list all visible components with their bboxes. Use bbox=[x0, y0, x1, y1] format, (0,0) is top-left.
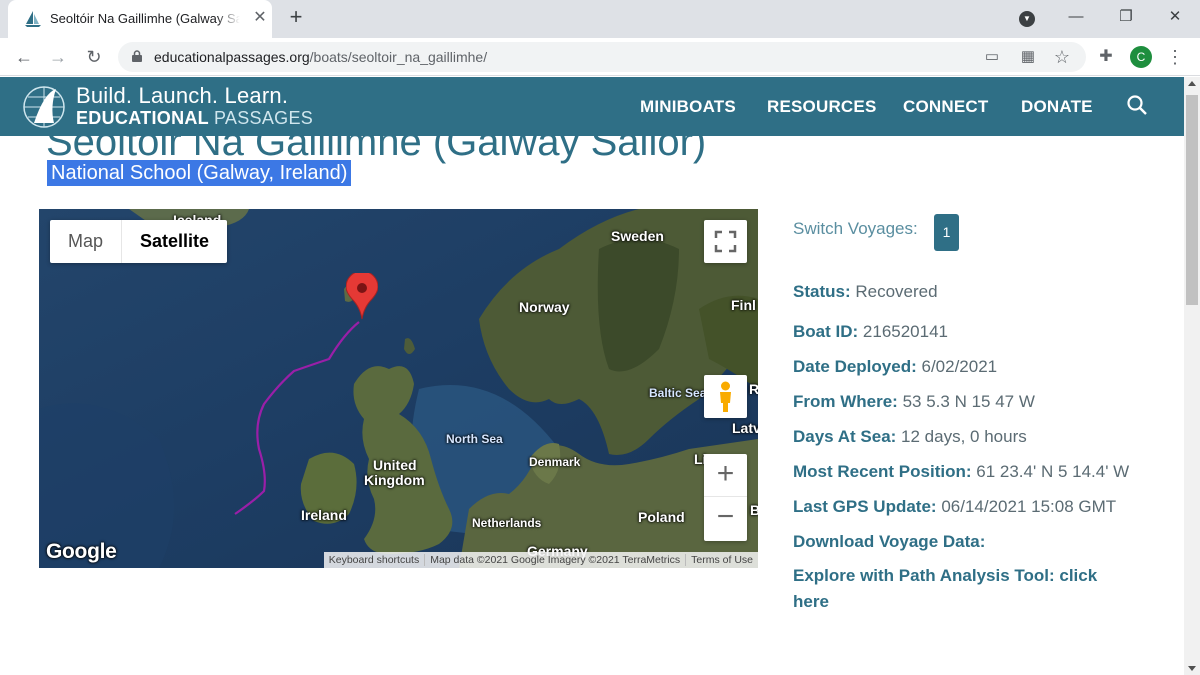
voyage-map[interactable]: Iceland Sweden Norway Finl Baltic Sea Ro… bbox=[39, 209, 758, 568]
download-voyage-data-link[interactable]: Download Voyage Data: bbox=[793, 532, 985, 552]
explore-path-analysis-link[interactable]: Explore with Path Analysis Tool: click h… bbox=[793, 563, 1123, 615]
extensions-icon[interactable]: ✚ bbox=[1096, 47, 1116, 67]
status-key: Status: bbox=[793, 282, 851, 301]
page-scrollbar[interactable] bbox=[1184, 77, 1200, 675]
from-where-row: From Where: 53 5.3 N 15 47 W bbox=[793, 392, 1035, 412]
site-header: Build. Launch. Learn. EDUCATIONAL PASSAG… bbox=[0, 77, 1184, 136]
zoom-in-button[interactable]: + bbox=[704, 454, 747, 497]
minimize-icon[interactable]: — bbox=[1064, 6, 1088, 30]
map-label-norway: Norway bbox=[519, 299, 570, 315]
reload-icon[interactable]: ↻ bbox=[82, 45, 106, 69]
gps-update-row: Last GPS Update: 06/14/2021 15:08 GMT bbox=[793, 497, 1116, 517]
terms-of-use-link[interactable]: Terms of Use bbox=[685, 554, 758, 566]
address-bar[interactable]: educationalpassages.org/boats/seoltoir_n… bbox=[118, 42, 1086, 72]
map-label-latvia: Latv bbox=[732, 420, 758, 436]
status-row: Status: Recovered bbox=[793, 282, 938, 302]
map-label-sweden: Sweden bbox=[611, 228, 664, 244]
page-content: Seoltóir Na Gaillimhe (Galway Sailor) Bu… bbox=[0, 77, 1184, 675]
map-type-map-button[interactable]: Map bbox=[50, 220, 123, 263]
google-logo[interactable]: Google bbox=[46, 540, 117, 564]
logo-tagline: Build. Launch. Learn. bbox=[76, 83, 289, 108]
url-text: educationalpassages.org/boats/seoltoir_n… bbox=[154, 49, 487, 65]
days-at-sea-value: 12 days, 0 hours bbox=[901, 427, 1027, 446]
boat-id-value: 216520141 bbox=[862, 322, 948, 341]
nav-donate[interactable]: DONATE bbox=[1021, 97, 1093, 117]
status-value: Recovered bbox=[855, 282, 938, 301]
forward-icon[interactable]: → bbox=[46, 45, 70, 69]
map-label-baltic: Baltic Sea bbox=[649, 386, 707, 400]
logo-name: EDUCATIONAL PASSAGES bbox=[76, 108, 313, 129]
browser-toolbar: ← → ↻ educationalpassages.org/boats/seol… bbox=[0, 38, 1200, 76]
sailboat-favicon-icon bbox=[25, 11, 41, 27]
map-label-netherlands: Netherlands bbox=[472, 516, 542, 530]
nav-resources[interactable]: RESOURCES bbox=[767, 97, 877, 117]
lock-icon bbox=[132, 50, 142, 62]
keyboard-shortcuts-link[interactable]: Keyboard shortcuts bbox=[324, 554, 424, 566]
zoom-out-button[interactable]: − bbox=[704, 497, 747, 540]
map-label-finland: Finl bbox=[731, 297, 756, 313]
from-where-key: From Where: bbox=[793, 392, 898, 411]
switch-voyages-label: Switch Voyages: bbox=[793, 219, 918, 238]
tab-search-icon[interactable]: ▼ bbox=[1015, 6, 1039, 30]
logo-name-bold: EDUCATIONAL bbox=[76, 108, 209, 128]
maximize-icon[interactable]: ❐ bbox=[1114, 6, 1138, 30]
map-type-control: Map Satellite bbox=[50, 220, 228, 263]
url-path: /boats/seoltoir_na_gaillimhe/ bbox=[309, 49, 488, 65]
recent-position-value: 61 23.4' N 5 14.4' W bbox=[976, 462, 1130, 481]
cast-icon[interactable]: ▭ bbox=[982, 47, 1002, 67]
map-label-belarus: B bbox=[750, 502, 758, 518]
voyage-1-button[interactable]: 1 bbox=[934, 214, 959, 251]
street-view-pegman-button[interactable] bbox=[704, 375, 747, 418]
scroll-down-icon[interactable] bbox=[1188, 666, 1196, 671]
menu-icon[interactable]: ⋮ bbox=[1166, 46, 1184, 68]
from-where-value: 53 5.3 N 15 47 W bbox=[902, 392, 1035, 411]
nav-connect[interactable]: CONNECT bbox=[903, 97, 988, 117]
map-label-russia: Ro bbox=[749, 381, 758, 397]
browser-tabstrip: Seoltóir Na Gaillimhe (Galway Sailor) ✕ … bbox=[0, 0, 1200, 38]
recent-position-row: Most Recent Position: 61 23.4' N 5 14.4'… bbox=[793, 462, 1129, 482]
star-icon[interactable]: ☆ bbox=[1052, 47, 1072, 67]
map-label-uk-1: United bbox=[373, 457, 417, 473]
new-tab-button[interactable]: + bbox=[284, 6, 308, 30]
map-label-denmark: Denmark bbox=[529, 455, 581, 469]
map-label-uk-2: Kingdom bbox=[364, 472, 425, 488]
gps-update-key: Last GPS Update: bbox=[793, 497, 937, 516]
map-label-poland: Poland bbox=[638, 509, 685, 525]
zoom-control: + − bbox=[704, 454, 747, 541]
pegman-icon bbox=[720, 381, 731, 412]
date-deployed-row: Date Deployed: 6/02/2021 bbox=[793, 357, 997, 377]
apps-icon[interactable]: ▦ bbox=[1018, 47, 1038, 67]
days-at-sea-row: Days At Sea: 12 days, 0 hours bbox=[793, 427, 1027, 447]
scroll-up-icon[interactable] bbox=[1188, 81, 1196, 86]
date-deployed-key: Date Deployed: bbox=[793, 357, 917, 376]
map-type-satellite-button[interactable]: Satellite bbox=[122, 220, 227, 263]
fullscreen-icon bbox=[714, 230, 737, 253]
gps-update-value: 06/14/2021 15:08 GMT bbox=[941, 497, 1117, 516]
fullscreen-button[interactable] bbox=[704, 220, 747, 263]
boat-id-key: Boat ID: bbox=[793, 322, 859, 341]
map-marker-icon[interactable] bbox=[346, 273, 378, 321]
browser-tab[interactable]: Seoltóir Na Gaillimhe (Galway Sailor) ✕ bbox=[8, 0, 272, 38]
url-domain: educationalpassages.org bbox=[154, 49, 310, 65]
map-attribution: Keyboard shortcuts Map data ©2021 Google … bbox=[323, 552, 758, 568]
logo-name-light: PASSAGES bbox=[213, 108, 314, 128]
date-deployed-value: 6/02/2021 bbox=[921, 357, 998, 376]
profile-avatar[interactable]: C bbox=[1130, 46, 1152, 68]
recent-position-key: Most Recent Position: bbox=[793, 462, 972, 481]
back-icon[interactable]: ← bbox=[12, 45, 36, 69]
search-icon[interactable] bbox=[1126, 94, 1148, 116]
globe-sail-logo-icon[interactable] bbox=[20, 83, 68, 131]
map-data-text: Map data ©2021 Google Imagery ©2021 Terr… bbox=[424, 554, 686, 566]
tab-close-icon[interactable]: ✕ bbox=[250, 8, 270, 28]
tab-title: Seoltóir Na Gaillimhe (Galway Sailor) bbox=[50, 11, 240, 26]
days-at-sea-key: Days At Sea: bbox=[793, 427, 897, 446]
boat-id-row: Boat ID: 216520141 bbox=[793, 322, 948, 342]
map-label-north-sea: North Sea bbox=[446, 432, 503, 446]
map-label-ireland: Ireland bbox=[301, 507, 347, 523]
nav-miniboats[interactable]: MINIBOATS bbox=[640, 97, 736, 117]
scrollbar-thumb[interactable] bbox=[1186, 95, 1198, 305]
window-close-icon[interactable]: ✕ bbox=[1163, 6, 1187, 30]
boat-subtitle: National School (Galway, Ireland) bbox=[47, 160, 352, 186]
